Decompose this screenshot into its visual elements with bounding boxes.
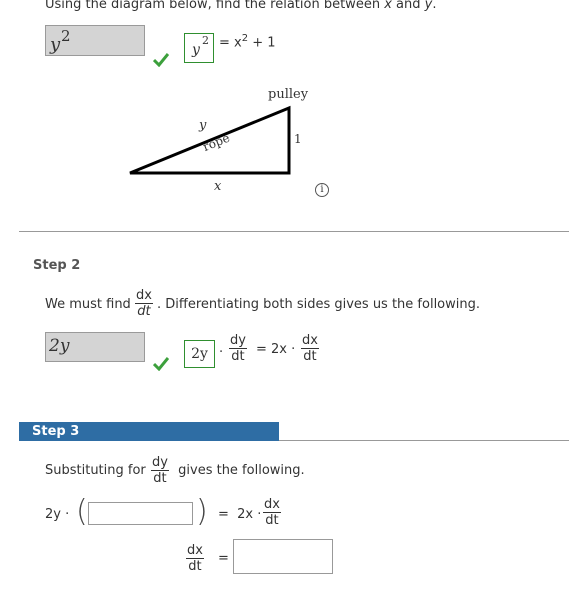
step3-frac-dydt: dy dt xyxy=(151,455,169,486)
step3-sentence-start: Substituting for xyxy=(45,463,150,478)
step3-eq-mid: = 2x · xyxy=(218,507,262,522)
step3-input-dydt[interactable] xyxy=(88,502,193,525)
step3-input-dxdt[interactable] xyxy=(233,539,333,574)
section-divider-1 xyxy=(19,231,569,232)
step3-frac-dxdt-rhs: dx dt xyxy=(263,497,281,528)
step2-label: Step 2 xyxy=(33,258,81,273)
diagram-label-x: x xyxy=(214,179,222,194)
step2-eq-mid: = 2x · xyxy=(256,342,296,357)
step3-lhs: 2y · xyxy=(45,507,70,522)
left-paren: ( xyxy=(76,494,88,529)
step2-shown-answer: 2y xyxy=(184,340,215,368)
step3-sentence-end: gives the following. xyxy=(174,463,305,478)
step2-frac-dydt: dy dt xyxy=(229,333,247,364)
step2-sentence-end: . Differentiating both sides gives us th… xyxy=(157,297,481,312)
step3-label: Step 3 xyxy=(19,422,279,441)
pulley-rope-diagram xyxy=(129,105,291,175)
diagram-label-one: 1 xyxy=(294,132,302,146)
section-divider-2 xyxy=(279,440,569,441)
diagram-label-pulley: pulley xyxy=(268,87,309,102)
step2-dot: · xyxy=(219,345,224,360)
step3-final-equals: = xyxy=(218,551,229,566)
step2-frac-dxdt-rhs: dx dt xyxy=(301,333,319,364)
step2-answer-input[interactable]: 2y xyxy=(45,332,145,362)
step2-sentence-start: We must find xyxy=(45,297,135,312)
info-icon-glyph: i xyxy=(320,184,324,195)
step2-frac-dxdt: dx dt xyxy=(135,288,153,319)
info-icon[interactable]: i xyxy=(315,183,329,197)
step3-final-frac-dxdt: dx dt xyxy=(186,543,204,574)
step2-correct-check-icon xyxy=(153,357,169,371)
diagram-label-y: y xyxy=(199,118,207,133)
right-paren: ) xyxy=(196,494,208,529)
